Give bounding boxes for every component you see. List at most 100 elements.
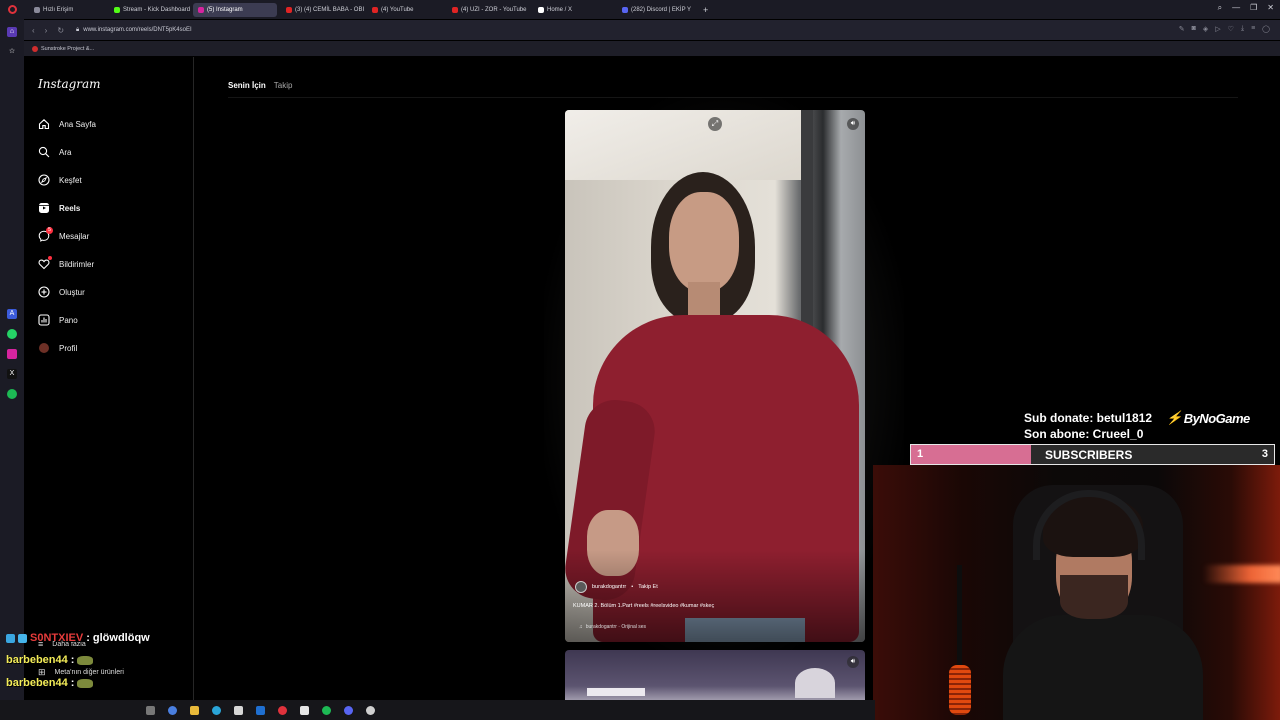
nav-search[interactable]: Ara bbox=[38, 145, 71, 159]
reload-icon[interactable]: ↻ bbox=[57, 26, 64, 35]
instagram-sidebar: Instagram Ana Sayfa Ara Keşfet Reels 5 M… bbox=[24, 57, 194, 700]
chrome-icon[interactable] bbox=[168, 705, 177, 715]
nav-reels[interactable]: Reels bbox=[38, 201, 80, 215]
nav-home[interactable]: Ana Sayfa bbox=[38, 117, 96, 131]
led-strip bbox=[1203, 565, 1280, 583]
star-icon[interactable]: ☆ bbox=[7, 47, 17, 57]
messages-badge: 5 bbox=[46, 227, 53, 234]
browser-tab-bar: Hızlı Erişim Stream - Kick Dashboard (5)… bbox=[0, 0, 1280, 19]
follow-button[interactable]: Takip Et bbox=[638, 584, 658, 590]
feed-tabs: Senin İçin Takip bbox=[228, 81, 292, 90]
nav-create[interactable]: Oluştur bbox=[38, 285, 85, 299]
spotify-icon[interactable] bbox=[322, 705, 331, 715]
microphone bbox=[949, 665, 971, 715]
sub-goal-label: SUBSCRIBERS bbox=[1045, 448, 1133, 462]
x-icon[interactable]: X bbox=[7, 369, 17, 379]
menu-icon[interactable]: ≡ bbox=[1251, 25, 1255, 33]
tab-uzi-zor[interactable]: (4) UZI - ZOR - YouTube bbox=[447, 3, 533, 17]
search-tabs-icon[interactable]: ⌕ bbox=[1218, 3, 1222, 13]
download-icon[interactable]: ⤓ bbox=[1241, 25, 1244, 33]
home-icon bbox=[38, 118, 50, 130]
app-icon[interactable] bbox=[256, 705, 265, 715]
plus-square-icon bbox=[38, 286, 50, 298]
edit-icon[interactable]: ✎ bbox=[1179, 25, 1185, 33]
chat-badge-icon bbox=[18, 633, 27, 643]
youtube-icon bbox=[286, 6, 292, 13]
edge-icon[interactable] bbox=[212, 705, 221, 715]
reel-caption[interactable]: KUMAR 2. Bölüm 1.Part #reels #reelsvideo… bbox=[573, 603, 714, 609]
nav-notifications[interactable]: Bildirimler bbox=[38, 256, 94, 271]
tab-kick-dashboard[interactable]: Stream - Kick Dashboard bbox=[109, 3, 193, 17]
home-icon[interactable]: ⌂ bbox=[7, 27, 17, 37]
messenger-icon: 5 bbox=[38, 227, 53, 242]
play-icon[interactable]: ▷ bbox=[1215, 25, 1220, 33]
new-tab-icon[interactable]: + bbox=[703, 5, 708, 15]
club-logo bbox=[795, 668, 835, 698]
aria-icon[interactable]: A bbox=[7, 309, 17, 319]
minimize-icon[interactable]: — bbox=[1232, 3, 1240, 13]
reel-audio[interactable]: ♫ burakdogantrr · Orijinal ses bbox=[579, 624, 646, 630]
task-view-icon[interactable] bbox=[146, 705, 155, 715]
taskbar bbox=[0, 700, 875, 720]
youtube-icon bbox=[372, 6, 378, 13]
music-note-icon: ♫ bbox=[579, 624, 583, 630]
obs-icon[interactable] bbox=[366, 705, 375, 715]
tab-for-you[interactable]: Senin İçin bbox=[228, 81, 266, 90]
nav-explore[interactable]: Keşfet bbox=[38, 173, 82, 187]
speaker-icon[interactable]: 🔊︎ bbox=[847, 656, 859, 668]
chat-badge-icon bbox=[6, 633, 15, 643]
expand-icon[interactable]: ⤢ bbox=[708, 117, 722, 131]
shield-icon[interactable]: ◈ bbox=[1203, 25, 1208, 33]
notification-dot bbox=[48, 256, 52, 260]
nav-buttons: ‹ › ↻ bbox=[24, 26, 72, 35]
avatar[interactable] bbox=[575, 581, 587, 593]
back-icon[interactable]: ‹ bbox=[32, 26, 35, 35]
tab-youtube[interactable]: (4) YouTube bbox=[367, 3, 447, 17]
chart-icon bbox=[38, 314, 50, 326]
discord-icon[interactable] bbox=[344, 705, 353, 715]
bynogame-mark-icon: ⚡ bbox=[1166, 410, 1182, 425]
compass-icon bbox=[38, 174, 50, 186]
nav-messages[interactable]: 5 Mesajlar bbox=[38, 227, 89, 243]
maximize-icon[interactable]: ❐ bbox=[1250, 3, 1257, 13]
person-face bbox=[669, 192, 739, 292]
whatsapp-icon[interactable] bbox=[7, 329, 17, 339]
tab-quick-access[interactable]: Hızlı Erişim bbox=[29, 3, 109, 17]
emote-icon bbox=[77, 678, 94, 688]
chat-message: barbeben44 : bbox=[6, 654, 94, 666]
heart-icon[interactable]: ♡ bbox=[1228, 25, 1234, 33]
nav-profile[interactable]: Profil bbox=[38, 341, 77, 355]
streamer-beard bbox=[1060, 575, 1128, 619]
spotify-icon[interactable] bbox=[7, 389, 17, 399]
reel-video[interactable]: ⤢ 🔊︎ burakdogantrr • Takip Et KUMAR 2. B… bbox=[565, 110, 865, 642]
reel-background bbox=[565, 110, 805, 180]
speaker-icon[interactable]: 🔊︎ bbox=[847, 118, 859, 130]
forward-icon[interactable]: › bbox=[45, 26, 48, 35]
discord-icon bbox=[622, 6, 628, 13]
close-icon[interactable]: ✕ bbox=[1267, 3, 1274, 13]
sub-donate-text: Sub donate: betul1812 bbox=[1024, 411, 1153, 425]
tab-discord[interactable]: (282) Discord | EKİP Y bbox=[617, 3, 699, 17]
instagram-icon[interactable] bbox=[7, 349, 17, 359]
person-neck bbox=[688, 282, 720, 318]
store-icon[interactable] bbox=[234, 705, 243, 715]
tab-cemil-baba[interactable]: (3) (4) CEMİL BABA - OBI bbox=[281, 3, 367, 17]
kick-icon bbox=[114, 6, 120, 13]
tab-instagram[interactable]: (5) Instagram bbox=[193, 2, 277, 17]
instagram-logo[interactable]: Instagram bbox=[38, 77, 101, 91]
sub-goal-fill bbox=[911, 445, 1031, 464]
opera-logo-icon[interactable] bbox=[8, 5, 17, 14]
avatar-icon bbox=[38, 342, 50, 354]
window-controls: ⌕ — ❐ ✕ bbox=[1218, 3, 1274, 13]
bookmark-item[interactable]: Sunstroke Project &... bbox=[41, 46, 94, 52]
camera-icon[interactable]: ◙ bbox=[1192, 25, 1196, 33]
reel-username[interactable]: burakdogantrr bbox=[592, 584, 626, 590]
folder-icon[interactable] bbox=[190, 705, 199, 715]
opera-icon[interactable] bbox=[278, 705, 287, 715]
tab-home-x[interactable]: Home / X bbox=[533, 3, 617, 17]
profile-icon[interactable]: ◯ bbox=[1262, 25, 1270, 33]
tab-following[interactable]: Takip bbox=[274, 81, 293, 90]
document-icon[interactable] bbox=[300, 705, 309, 715]
nav-dashboard[interactable]: Pano bbox=[38, 313, 78, 327]
url-field[interactable]: 🔒︎ www.instagram.com/reels/DNT5pK4soEI bbox=[76, 27, 192, 34]
